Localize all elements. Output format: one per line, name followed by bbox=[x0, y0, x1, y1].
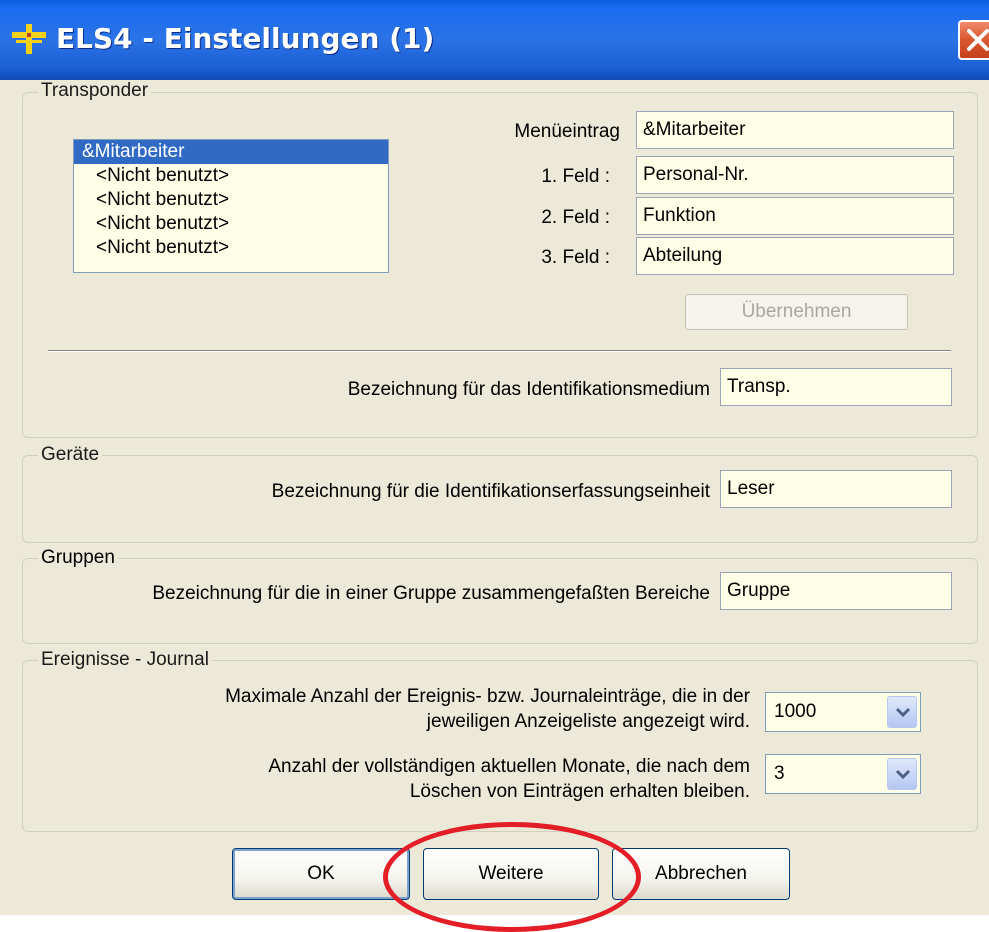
list-item[interactable]: <Nicht benutzt> bbox=[74, 212, 388, 236]
transponder-list[interactable]: &Mitarbeiter <Nicht benutzt> <Nicht benu… bbox=[73, 139, 389, 273]
field3-input[interactable]: Abteilung bbox=[636, 237, 954, 275]
app-icon bbox=[12, 24, 46, 54]
max-entries-label-line2: jeweiligen Anzeigeliste angezeigt wird. bbox=[426, 711, 750, 732]
chevron-down-icon bbox=[895, 707, 911, 718]
close-button[interactable] bbox=[958, 20, 989, 60]
field1-input[interactable]: Personal-Nr. bbox=[636, 156, 954, 194]
keep-months-label-line2: Löschen von Einträgen erhalten bleiben. bbox=[409, 781, 750, 802]
menu-entry-label: Menüeintrag bbox=[514, 121, 620, 142]
field3-label: 3. Feld : bbox=[541, 247, 610, 268]
max-entries-dropdown-button[interactable] bbox=[887, 696, 917, 728]
window-title: ELS4 - Einstellungen (1) bbox=[56, 22, 435, 55]
keep-months-dropdown-button[interactable] bbox=[887, 758, 917, 790]
list-item[interactable]: <Nicht benutzt> bbox=[74, 164, 388, 188]
max-entries-value: 1000 bbox=[774, 701, 817, 722]
close-icon bbox=[967, 29, 989, 51]
apply-button[interactable]: Übernehmen bbox=[685, 294, 908, 330]
keep-months-value: 3 bbox=[774, 763, 785, 784]
transponder-legend: Transponder bbox=[38, 80, 152, 102]
field2-input[interactable]: Funktion bbox=[636, 197, 954, 235]
id-medium-label: Bezeichnung für das Identifikationsmediu… bbox=[347, 379, 710, 400]
field1-label: 1. Feld : bbox=[541, 166, 610, 187]
groups-label: Bezeichnung für die in einer Gruppe zusa… bbox=[152, 583, 710, 604]
devices-field[interactable]: Leser bbox=[720, 470, 952, 508]
keep-months-label-line1: Anzahl der vollständigen aktuellen Monat… bbox=[268, 756, 750, 777]
list-item[interactable]: <Nicht benutzt> bbox=[74, 236, 388, 260]
list-item[interactable]: <Nicht benutzt> bbox=[74, 188, 388, 212]
groups-legend: Gruppen bbox=[38, 547, 118, 569]
max-entries-select[interactable]: 1000 bbox=[765, 692, 921, 732]
groups-field[interactable]: Gruppe bbox=[720, 572, 952, 610]
menu-entry-field[interactable]: &Mitarbeiter bbox=[636, 111, 954, 149]
id-medium-field[interactable]: Transp. bbox=[720, 368, 952, 406]
devices-legend: Geräte bbox=[38, 444, 103, 466]
highlight-circle bbox=[383, 822, 641, 932]
separator bbox=[48, 350, 951, 352]
chevron-down-icon bbox=[895, 769, 911, 780]
settings-dialog: ELS4 - Einstellungen (1) Transponder &Mi… bbox=[0, 0, 989, 932]
max-entries-label-line1: Maximale Anzahl der Ereignis- bzw. Journ… bbox=[225, 686, 750, 707]
devices-label: Bezeichnung für die Identifikationserfas… bbox=[271, 481, 710, 502]
title-bar[interactable]: ELS4 - Einstellungen (1) bbox=[0, 0, 989, 80]
field2-label: 2. Feld : bbox=[541, 207, 610, 228]
journal-legend: Ereignisse - Journal bbox=[38, 649, 212, 671]
keep-months-select[interactable]: 3 bbox=[765, 754, 921, 794]
list-item[interactable]: &Mitarbeiter bbox=[74, 140, 388, 164]
